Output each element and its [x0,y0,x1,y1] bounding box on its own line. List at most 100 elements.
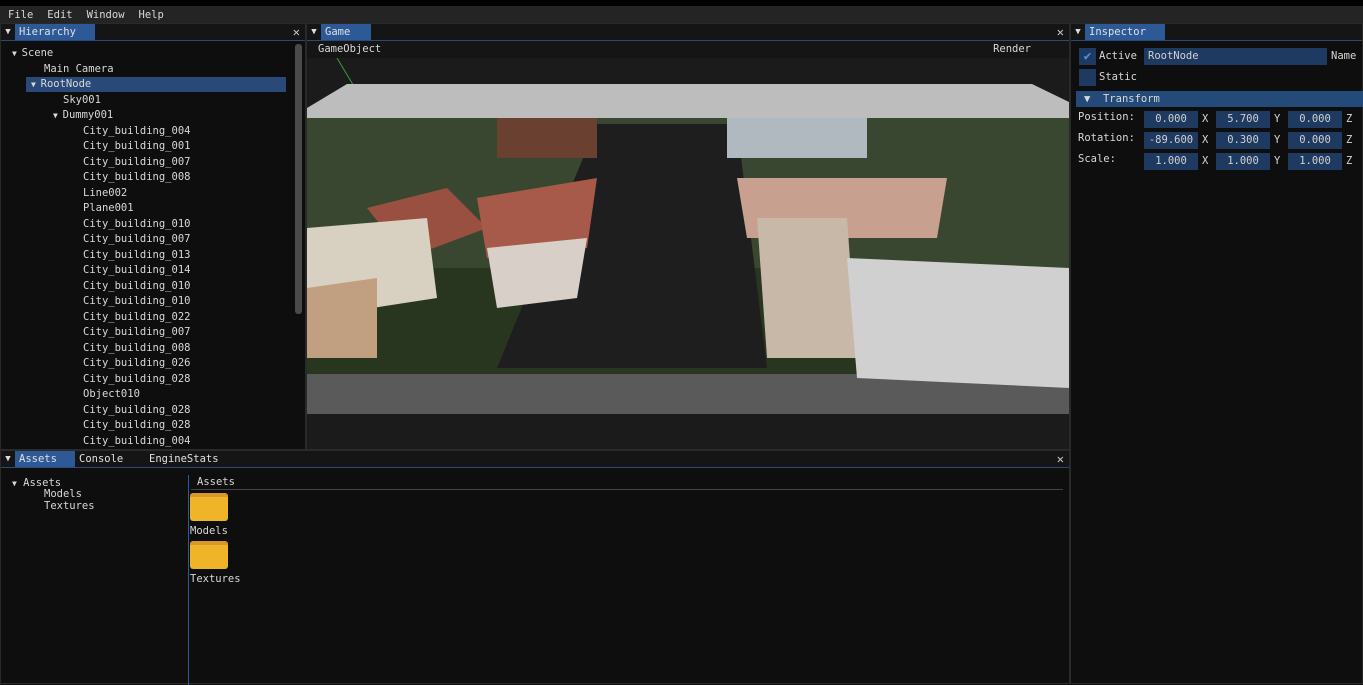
axis-label: Y [1274,155,1281,167]
tree-item[interactable]: City_building_022 [83,310,190,325]
tree-item[interactable]: City_building_007 [83,232,190,247]
window-menu-icon[interactable]: ▼ [307,27,321,37]
hierarchy-tabbar: ▼ Hierarchy ✕ [1,24,305,41]
tree-item[interactable]: City_building_028 [83,403,190,418]
window-menu-icon[interactable]: ▼ [1071,27,1085,37]
window-menu-icon[interactable]: ▼ [1,454,15,464]
axis-label: X [1202,134,1209,146]
gameobject-menu[interactable]: GameObject [318,43,381,55]
tree-item[interactable]: ▼ Dummy001 [53,108,113,123]
close-icon[interactable]: ✕ [293,25,300,39]
tab-game[interactable]: Game [321,24,371,40]
bottom-tabbar: ▼ Assets Console EngineStats ✕ [1,451,1069,468]
static-checkbox[interactable] [1079,69,1096,86]
tree-item[interactable]: Main Camera [44,62,114,77]
close-icon[interactable]: ✕ [1057,452,1064,466]
menu-help[interactable]: Help [139,9,164,21]
collapse-arrow-icon: ▼ [1084,93,1091,105]
tab-assets[interactable]: Assets [15,451,75,467]
transform-z-input[interactable]: 0.000 [1288,111,1342,128]
scene-viewport[interactable] [307,58,1069,449]
expand-arrow-icon[interactable]: ▼ [53,111,63,120]
building [757,218,857,358]
axis-label: Z [1346,134,1353,146]
axis-label: X [1202,113,1209,125]
inspector-panel: ▼ Inspector ✔ Active RootNode Name Stati… [1070,23,1363,684]
tree-item-label: Main Camera [44,62,114,75]
tree-item[interactable]: City_building_004 [83,124,190,139]
tree-item[interactable]: City_building_010 [83,294,190,309]
scrollbar[interactable] [295,44,302,314]
tab-enginestats[interactable]: EngineStats [145,451,227,467]
tree-item[interactable]: City_building_008 [83,341,190,356]
tree-item-label: City_building_007 [83,233,191,245]
tree-item-label: Sky001 [63,93,101,106]
expand-arrow-icon[interactable]: ▼ [12,49,22,58]
axis-label: X [1202,155,1209,167]
active-checkbox[interactable]: ✔ [1079,48,1096,65]
expand-arrow-icon[interactable]: ▼ [31,80,41,89]
window-menu-icon[interactable]: ▼ [1,27,15,37]
tree-item-label: City_building_007 [83,326,191,338]
tree-item-label: Line002 [83,186,128,199]
transform-z-input[interactable]: 0.000 [1288,132,1342,149]
tree-item[interactable]: City_building_028 [83,372,190,387]
tree-item[interactable]: ▼ Scene [12,46,53,61]
splitter[interactable] [188,475,189,685]
tree-item-label: Scene [21,47,54,59]
menu-file[interactable]: File [8,9,33,21]
asset-tree-textures[interactable]: Textures [44,500,95,512]
transform-z-input[interactable]: 1.000 [1288,153,1342,170]
name-input[interactable]: RootNode [1144,48,1327,65]
tab-inspector[interactable]: Inspector [1085,24,1165,40]
menu-window[interactable]: Window [87,9,125,21]
tree-item-label: City_building_004 [83,434,191,447]
tree-item[interactable]: ▼ RootNode [26,77,286,92]
transform-x-input[interactable]: 1.000 [1144,153,1198,170]
tree-item-label: City_building_014 [83,264,191,276]
tree-item[interactable]: City_building_026 [83,356,190,371]
tree-item-label: Plane001 [83,202,134,214]
tree-item[interactable]: City_building_001 [83,139,190,154]
transform-y-input[interactable]: 1.000 [1216,153,1270,170]
menu-edit[interactable]: Edit [47,9,72,21]
tree-item-label: City_building_010 [83,217,191,230]
transform-y-input[interactable]: 5.700 [1216,111,1270,128]
tree-item-label: RootNode [40,78,92,90]
tree-item-label: City_building_028 [83,372,191,385]
folder-textures[interactable]: Textures [190,541,245,585]
axis-label: Z [1346,113,1353,125]
axis-label: Y [1274,134,1281,146]
building [487,238,587,308]
tree-item[interactable]: Line002 [83,186,127,201]
transform-header[interactable]: ▼ Transform [1076,91,1363,107]
tab-hierarchy[interactable]: Hierarchy [15,24,95,40]
tree-item[interactable]: City_building_004 [83,434,190,449]
close-icon[interactable]: ✕ [1057,25,1064,39]
tree-item[interactable]: Object010 [83,387,140,402]
transform-x-input[interactable]: 0.000 [1144,111,1198,128]
tree-item[interactable]: City_building_014 [83,263,190,278]
tree-item[interactable]: Sky001 [63,93,101,108]
tree-item[interactable]: City_building_008 [83,170,190,185]
transform-y-input[interactable]: 0.300 [1216,132,1270,149]
tab-console[interactable]: Console [75,451,145,467]
axis-label: Z [1346,155,1353,167]
tree-item[interactable]: City_building_010 [83,279,190,294]
folder-models[interactable]: Models [190,493,235,537]
tree-item[interactable]: Plane001 [83,201,134,216]
tree-item-label: Object010 [83,388,140,400]
folder-label: Textures [190,573,241,585]
asset-tree-models[interactable]: Models [44,488,82,500]
building [727,118,867,158]
assets-header: Assets [197,476,235,488]
tree-item[interactable]: City_building_007 [83,155,190,170]
render-menu[interactable]: Render [993,43,1031,55]
tree-item[interactable]: City_building_010 [83,217,190,232]
tree-item[interactable]: City_building_007 [83,325,190,340]
tree-item-label: City_building_010 [83,295,191,307]
transform-x-input[interactable]: -89.600 [1144,132,1198,149]
hierarchy-panel: ▼ Hierarchy ✕ ▼ Scene Main Camera ▼ RootNo… [0,23,306,450]
tree-item[interactable]: City_building_028 [83,418,190,433]
tree-item[interactable]: City_building_013 [83,248,190,263]
